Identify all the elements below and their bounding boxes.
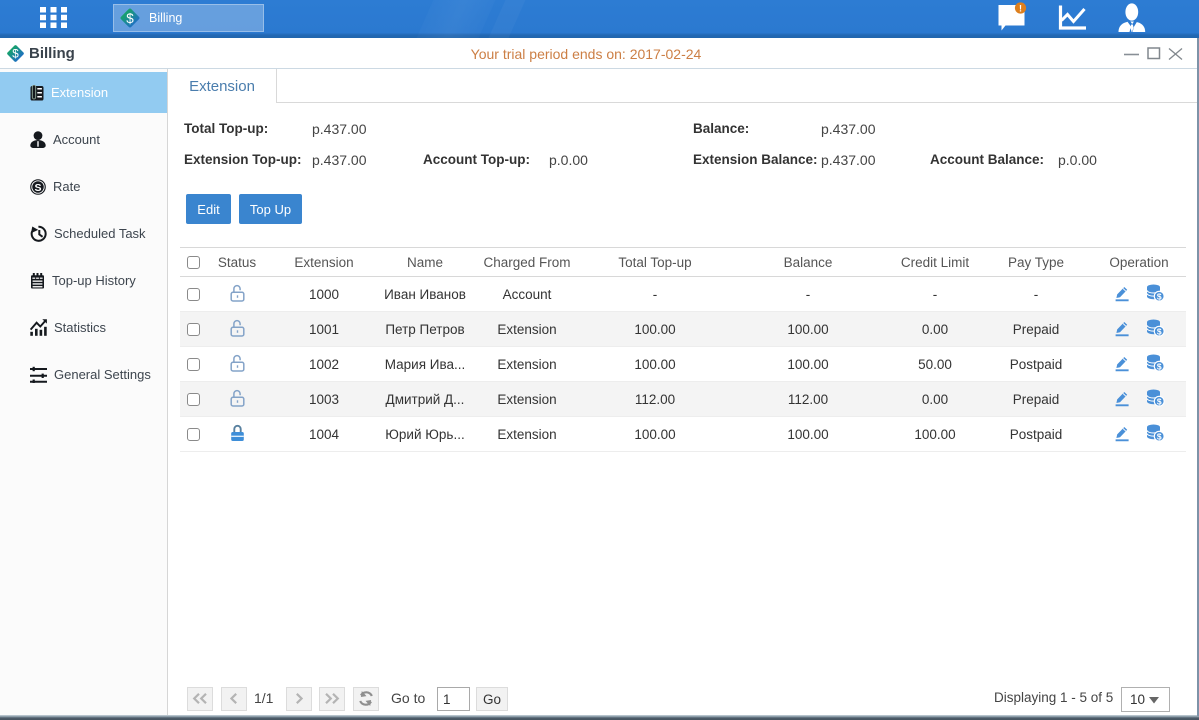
svg-text:!: !	[1019, 3, 1022, 13]
svg-text:$: $	[1157, 291, 1162, 301]
svg-text:$: $	[1157, 396, 1162, 406]
svg-text:$: $	[126, 11, 134, 26]
svg-text:$: $	[1157, 326, 1162, 336]
svg-text:$: $	[1157, 361, 1162, 371]
svg-text:$: $	[1157, 431, 1162, 441]
svg-text:S: S	[34, 181, 41, 193]
